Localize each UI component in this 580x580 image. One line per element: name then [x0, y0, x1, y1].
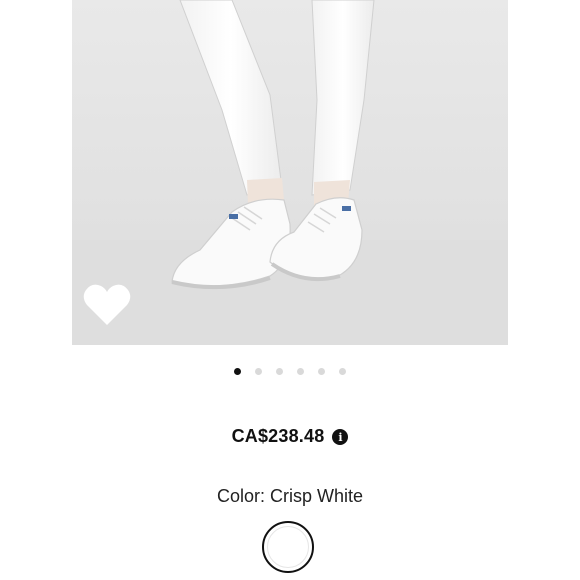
color-swatch-crisp-white[interactable] [262, 521, 314, 573]
info-icon[interactable]: i [332, 429, 349, 445]
favorite-heart-icon[interactable] [82, 283, 132, 327]
pagination-dot-4[interactable] [297, 368, 304, 375]
price-row: CA$238.48 i [0, 426, 580, 447]
swatch-fill [267, 526, 309, 568]
pagination-dot-2[interactable] [255, 368, 262, 375]
pagination-dot-6[interactable] [339, 368, 346, 375]
image-pagination [0, 368, 580, 375]
pagination-dot-5[interactable] [318, 368, 325, 375]
product-image[interactable] [72, 0, 508, 345]
color-label: Color: Crisp White [216, 486, 364, 506]
pagination-dot-1[interactable] [234, 368, 241, 375]
product-price: CA$238.48 [231, 426, 325, 446]
pagination-dot-3[interactable] [276, 368, 283, 375]
